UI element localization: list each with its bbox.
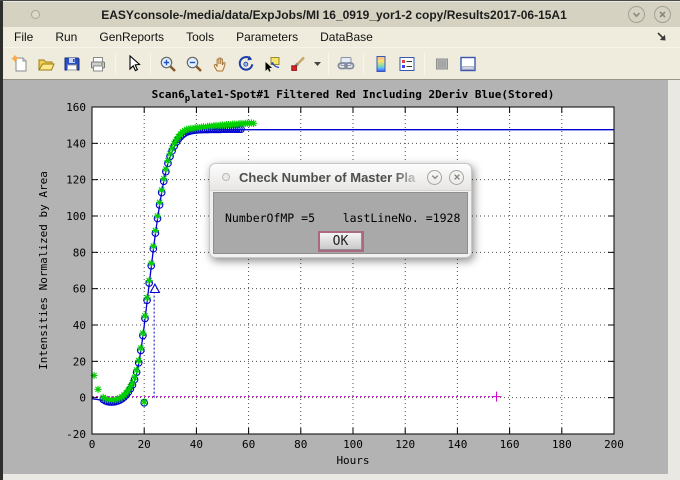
zoom-in-button[interactable]: [155, 51, 181, 77]
dialog-title: Check Number of Master Pla: [239, 170, 427, 185]
svg-text:40: 40: [190, 438, 203, 451]
insert-legend-icon: [397, 54, 417, 74]
open-file-icon: [36, 54, 56, 74]
brush-icon: [288, 54, 308, 74]
print-icon: [88, 54, 108, 74]
svg-text:140: 140: [66, 137, 86, 150]
menu-file[interactable]: File: [3, 28, 44, 46]
x-axis-label: Hours: [336, 454, 369, 467]
pan-hand-icon: [210, 54, 230, 74]
svg-text:200: 200: [604, 438, 624, 451]
dialog-body: NumberOfMP =5 lastLineNo. =1928 OK: [213, 192, 468, 254]
new-file-icon: [10, 54, 30, 74]
chart-title: Scan6plate1-Spot#1 Filtered Red Includin…: [152, 88, 555, 104]
chevron-down-icon: [430, 172, 440, 182]
svg-text:80: 80: [294, 438, 307, 451]
brush-dropdown-button[interactable]: [311, 51, 324, 77]
show-plot-tools-button[interactable]: [455, 51, 481, 77]
rotate-3d-button[interactable]: [233, 51, 259, 77]
close-button[interactable]: [654, 6, 671, 23]
pan-button[interactable]: [207, 51, 233, 77]
svg-text:100: 100: [343, 438, 363, 451]
minimize-button[interactable]: [628, 6, 645, 23]
svg-text:40: 40: [73, 319, 86, 332]
insert-colorbar-icon: [371, 54, 391, 74]
dialog-message: NumberOfMP =5 lastLineNo. =1928: [225, 211, 460, 225]
svg-text:0: 0: [89, 438, 96, 451]
zoom-out-icon: [184, 54, 204, 74]
new-file-button[interactable]: [7, 51, 33, 77]
insert-colorbar-button[interactable]: [368, 51, 394, 77]
link-plots-icon: [336, 54, 356, 74]
check-master-plates-dialog: Check Number of Master Pla NumberOfMP =5…: [209, 163, 472, 258]
svg-text:120: 120: [395, 438, 415, 451]
svg-text:120: 120: [66, 174, 86, 187]
data-cursor-button[interactable]: [259, 51, 285, 77]
hide-plot-tools-icon: [432, 54, 452, 74]
brush-button[interactable]: [285, 51, 311, 77]
svg-text:60: 60: [73, 283, 86, 296]
zoom-out-button[interactable]: [181, 51, 207, 77]
dialog-titlebar[interactable]: Check Number of Master Pla: [210, 164, 471, 191]
menu-parameters[interactable]: Parameters: [225, 28, 309, 46]
svg-text:160: 160: [66, 101, 86, 114]
menu-genreports[interactable]: GenReports: [88, 28, 175, 46]
svg-text:-20: -20: [66, 428, 86, 441]
svg-text:140: 140: [447, 438, 467, 451]
show-plot-tools-icon: [458, 54, 478, 74]
toolbar-separator: [328, 53, 329, 75]
window-titlebar[interactable]: EASYconsole-/media/data/ExpJobs/MI 16_09…: [3, 2, 680, 27]
toolbar-separator: [363, 53, 364, 75]
ok-button[interactable]: OK: [318, 231, 364, 252]
figure-toolbar: [3, 47, 680, 80]
close-icon: [452, 172, 462, 182]
menu-database[interactable]: DataBase: [309, 28, 384, 46]
plot-canvas[interactable]: 020406080100120140160180200-200204060801…: [3, 80, 668, 474]
application-window: EASYconsole-/media/data/ExpJobs/MI 16_09…: [0, 0, 680, 479]
svg-text:0: 0: [79, 392, 86, 405]
edit-arrow-icon: [123, 54, 143, 74]
dialog-close-button[interactable]: [449, 170, 464, 185]
chevron-down-icon: [631, 9, 642, 20]
svg-text:20: 20: [73, 355, 86, 368]
svg-text:80: 80: [73, 246, 86, 259]
window-title: EASYconsole-/media/data/ExpJobs/MI 16_09…: [40, 8, 628, 22]
toolbar-separator: [424, 53, 425, 75]
svg-text:60: 60: [242, 438, 255, 451]
zoom-in-icon: [158, 54, 178, 74]
insert-legend-button[interactable]: [394, 51, 420, 77]
dialog-menu-icon[interactable]: [222, 173, 230, 181]
edit-plot-button[interactable]: [120, 51, 146, 77]
brush-dropdown-icon: [313, 59, 322, 68]
data-cursor-icon: [262, 54, 282, 74]
svg-text:160: 160: [500, 438, 520, 451]
undock-arrow-icon[interactable]: [655, 30, 668, 46]
hide-plot-tools-button[interactable]: [429, 51, 455, 77]
svg-text:20: 20: [138, 438, 151, 451]
print-button[interactable]: [85, 51, 111, 77]
toolbar-separator: [115, 53, 116, 75]
toolbar-separator: [150, 53, 151, 75]
menu-run[interactable]: Run: [44, 28, 88, 46]
window-menu-icon[interactable]: [31, 10, 40, 19]
link-plot-button[interactable]: [333, 51, 359, 77]
menu-tools[interactable]: Tools: [175, 28, 225, 46]
save-icon: [62, 54, 82, 74]
close-icon: [657, 9, 668, 20]
svg-text:180: 180: [552, 438, 572, 451]
menubar: File Run GenReports Tools Parameters Dat…: [3, 27, 680, 47]
y-axis-label: Intensities Normalized by Area: [37, 171, 50, 370]
dialog-minimize-button[interactable]: [427, 170, 442, 185]
open-file-button[interactable]: [33, 51, 59, 77]
svg-text:100: 100: [66, 210, 86, 223]
rotate-3d-icon: [236, 54, 256, 74]
save-button[interactable]: [59, 51, 85, 77]
figure-area: 020406080100120140160180200-200204060801…: [3, 80, 668, 474]
